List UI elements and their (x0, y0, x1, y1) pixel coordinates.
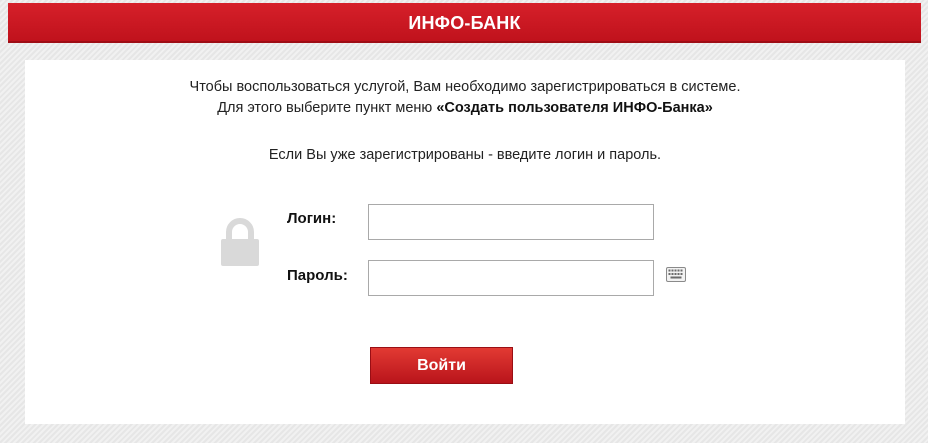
login-input[interactable] (368, 204, 654, 240)
registration-notice: Чтобы воспользоваться услугой, Вам необх… (25, 77, 905, 119)
lock-icon (221, 218, 259, 266)
login-label: Логин: (287, 210, 337, 227)
bank-title: ИНФО-БАНК (408, 13, 521, 33)
login-panel: Чтобы воспользоваться услугой, Вам необх… (25, 60, 905, 424)
notice-line-2: Для этого выберите пункт меню «Создать п… (25, 98, 905, 119)
header-bar: ИНФО-БАНК (8, 3, 921, 43)
create-user-menu-item-text: «Создать пользователя ИНФО-Банка» (436, 100, 713, 116)
already-registered-notice: Если Вы уже зарегистрированы - введите л… (268, 147, 662, 163)
password-label: Пароль: (287, 267, 348, 284)
notice-line-1: Чтобы воспользоваться услугой, Вам необх… (189, 79, 741, 95)
page-background: ИНФО-БАНК Чтобы воспользоваться услугой,… (0, 0, 928, 443)
login-button[interactable]: Войти (370, 347, 513, 384)
keyboard-icon[interactable] (666, 267, 686, 282)
password-input[interactable] (368, 260, 654, 296)
notice-line-2-prefix: Для этого выберите пункт меню (217, 100, 437, 116)
